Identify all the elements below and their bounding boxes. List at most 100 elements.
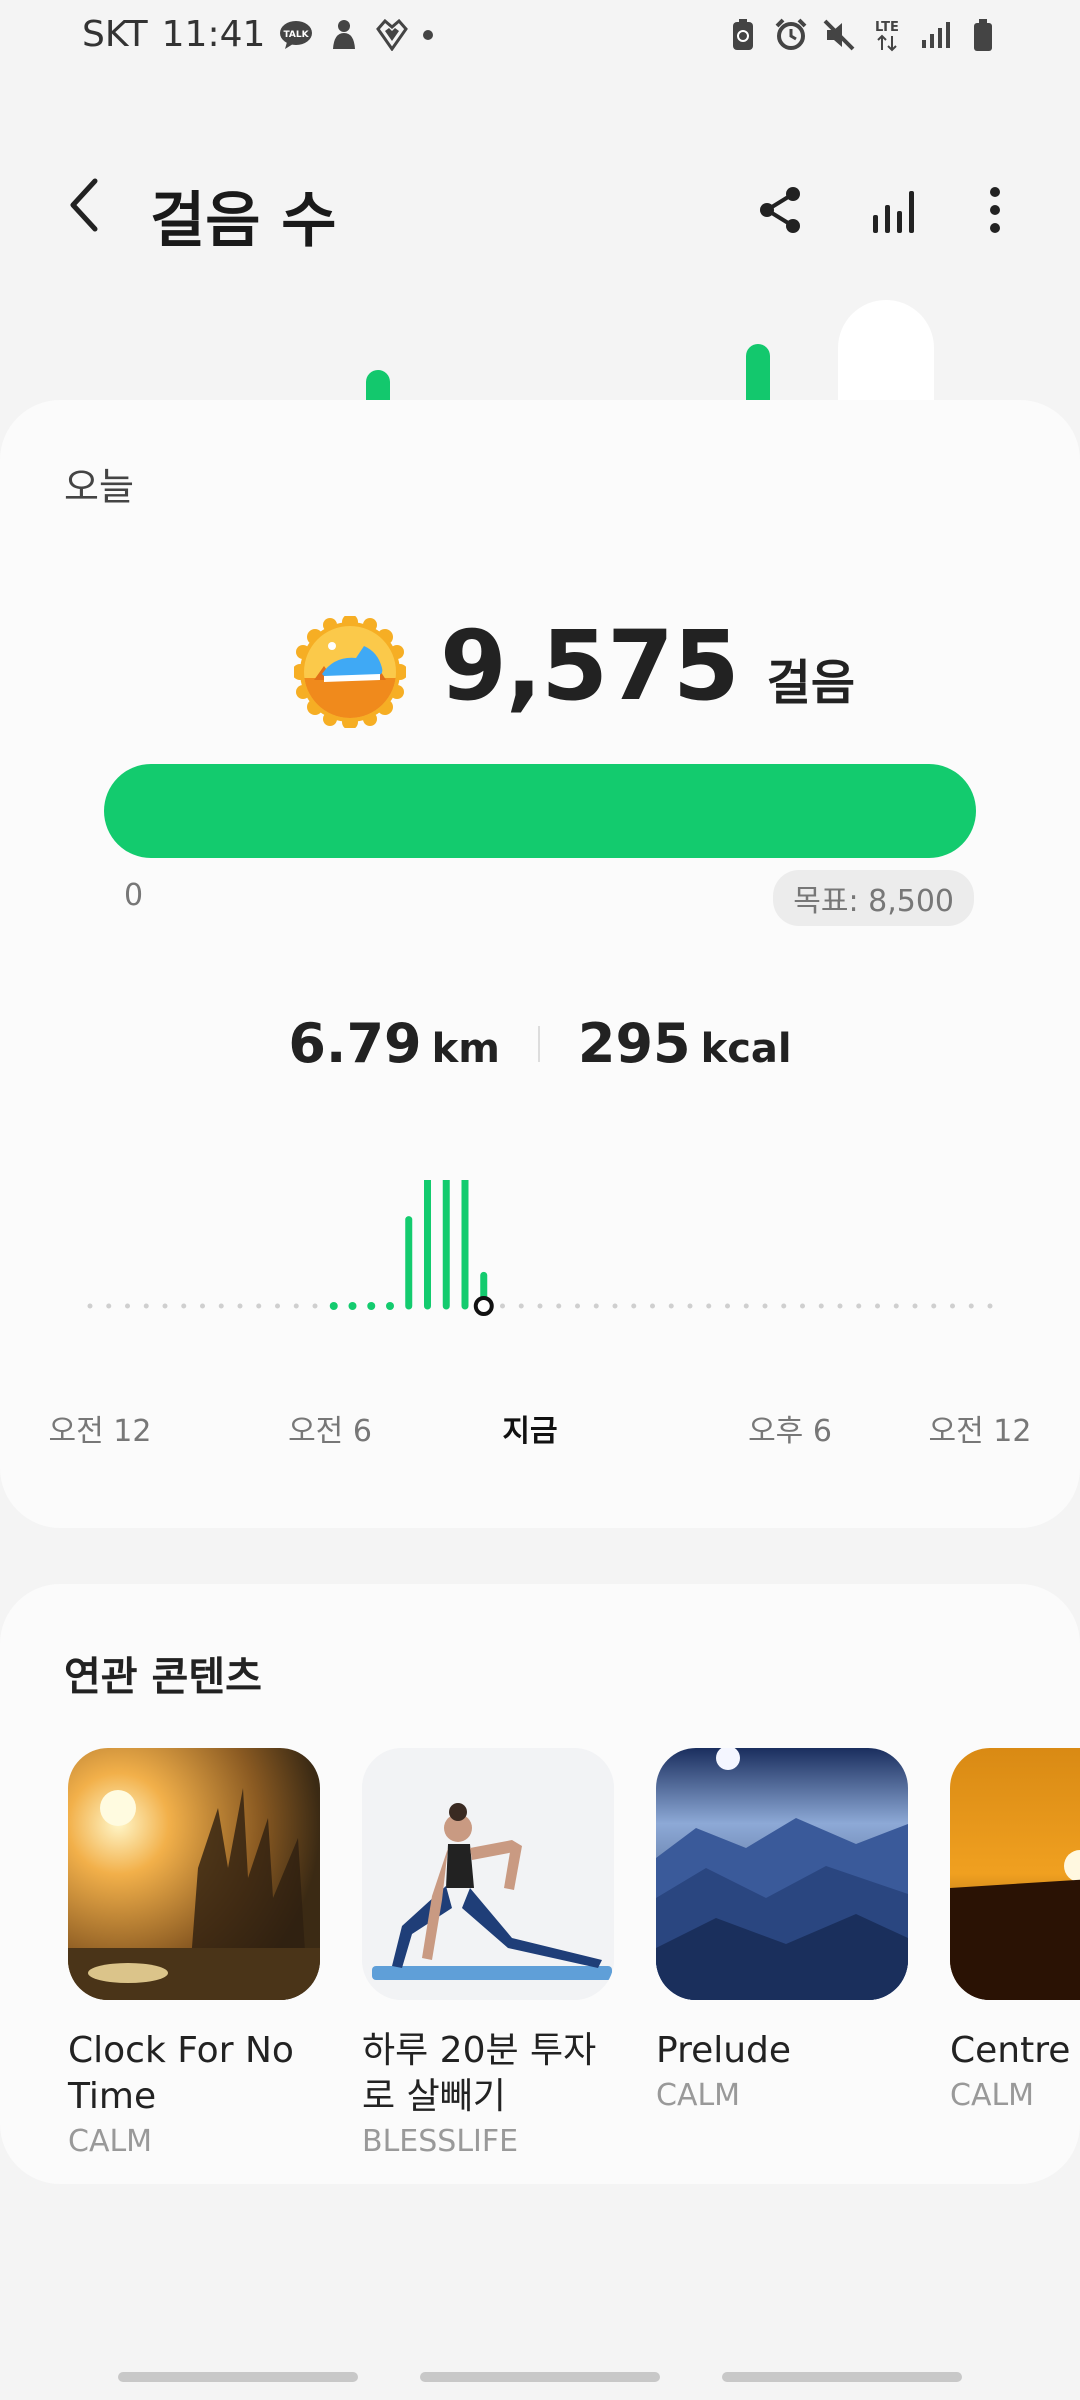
status-left: SKT 11:41 TALK: [82, 14, 434, 55]
baseline-dot: [556, 1303, 562, 1309]
nav-home-hint[interactable]: [420, 2372, 660, 2382]
baseline-dot: [593, 1303, 599, 1309]
now-marker: [473, 1296, 494, 1316]
related-item-title: Prelude: [656, 2030, 792, 2071]
related-thumbnail: [362, 1748, 614, 2000]
stat-divider: [537, 1025, 540, 1062]
hourly-bar: [329, 1302, 338, 1310]
related-item[interactable]: Clock For No Time CALM: [68, 1748, 320, 2159]
baseline-dot: [106, 1303, 112, 1309]
clock-label: 11:41: [161, 14, 266, 55]
activity-stats: 6.79 km 295 kcal: [0, 1012, 1080, 1075]
notification-person-icon: [327, 18, 361, 52]
baseline-dot: [162, 1303, 168, 1309]
battery-icon: [966, 18, 1000, 52]
recycle-battery-icon: [726, 18, 760, 52]
related-title: 연관 콘텐츠: [64, 1654, 262, 1700]
baseline-dot: [743, 1303, 749, 1309]
chevron-left-icon: [70, 178, 98, 232]
related-item-title: 하루 20분 투자로 살빼기: [362, 2030, 597, 2117]
baseline-dot: [725, 1303, 730, 1309]
baseline-dot: [256, 1303, 262, 1309]
baseline-dot: [893, 1303, 899, 1309]
back-button[interactable]: [50, 170, 120, 240]
baseline-dot: [706, 1303, 712, 1309]
baseline-dot: [500, 1303, 505, 1309]
more-notifications-dot: [423, 29, 434, 40]
baseline-dot: [575, 1303, 580, 1309]
baseline-dot: [518, 1303, 524, 1309]
calories-unit: kcal: [700, 1026, 792, 1072]
app-bar: 걸음 수: [0, 150, 1080, 260]
baseline-dot: [612, 1303, 618, 1309]
baseline-dot: [837, 1303, 843, 1309]
sneaker-badge-icon: [292, 614, 408, 730]
baseline-dot: [275, 1303, 280, 1309]
more-options-button[interactable]: [960, 175, 1030, 245]
steps-count: 9,575: [440, 610, 740, 722]
time-label-6pm: 오후 6: [748, 1414, 832, 1449]
related-item-title: Clock For No Time: [68, 2030, 294, 2117]
related-content-card: 연관 콘텐츠 Clock For No Time CALM 하루 20분 투자로…: [0, 1584, 1080, 2184]
time-label-now: 지금: [502, 1414, 558, 1449]
lte-text: LTE: [875, 20, 899, 35]
baseline-dot: [312, 1303, 318, 1309]
related-item-source: BLESSLIFE: [362, 2124, 519, 2159]
baseline-dot: [631, 1303, 637, 1309]
related-item[interactable]: Prelude CALM: [656, 1748, 908, 2113]
yoga-woman-image: [362, 1748, 614, 2000]
baseline-dot: [218, 1303, 224, 1309]
related-item[interactable]: Centre F CALM: [950, 1748, 1080, 2113]
baseline-dot: [181, 1303, 187, 1309]
distance-unit: km: [431, 1026, 500, 1072]
bar-chart-icon: [873, 191, 914, 233]
progress-start-label: 0: [124, 878, 144, 913]
baseline-dot: [687, 1303, 693, 1309]
baseline-dot: [668, 1303, 674, 1309]
related-item[interactable]: 하루 20분 투자로 살빼기 BLESSLIFE: [362, 1748, 614, 2159]
svg-text:TALK: TALK: [284, 30, 310, 40]
steps-unit: 걸음: [766, 655, 855, 711]
related-item-title: Centre F: [950, 2030, 1080, 2071]
baseline-dot: [987, 1303, 993, 1309]
baseline-dot: [200, 1303, 205, 1309]
lte-icon: LTE: [870, 18, 904, 52]
baseline-dot: [912, 1303, 918, 1309]
baseline-dot: [87, 1303, 93, 1309]
signal-icon: [918, 18, 952, 52]
goal-achieved-badge: [292, 614, 408, 730]
baseline-dot: [143, 1303, 149, 1309]
calories-value: 295: [577, 1012, 691, 1075]
time-label-midnight-start: 오전 12: [48, 1414, 152, 1449]
baseline-dot: [931, 1303, 937, 1309]
steps-summary: 9,575 걸음: [440, 610, 855, 722]
hourly-bar: [386, 1302, 394, 1310]
baseline-dot: [237, 1303, 243, 1309]
share-icon: [760, 187, 800, 233]
blue-mountains-image: [656, 1748, 908, 2000]
related-thumbnail: [656, 1748, 908, 2000]
nav-recents-hint[interactable]: [118, 2372, 358, 2382]
related-item-source: CALM: [68, 2124, 153, 2159]
page-title: 걸음 수: [150, 186, 337, 256]
baseline-dot: [125, 1303, 130, 1309]
trends-button[interactable]: [858, 175, 928, 245]
nav-back-hint[interactable]: [722, 2372, 962, 2382]
related-thumbnail: [950, 1748, 1080, 2000]
baseline-dot: [650, 1303, 655, 1309]
baseline-dot: [875, 1303, 880, 1309]
status-bar: SKT 11:41 TALK LTE: [0, 0, 1080, 80]
related-item-source: CALM: [656, 2078, 741, 2113]
steps-progress-bar: [104, 764, 976, 858]
time-label-6am: 오전 6: [288, 1414, 372, 1449]
goal-label[interactable]: 목표: 8,500: [773, 870, 974, 926]
share-button[interactable]: [745, 175, 815, 245]
baseline-dot: [968, 1303, 974, 1309]
today-card: 오늘 9,575 걸음 0 목표: 8,500 6.79 km 295 kcal…: [0, 400, 1080, 1528]
sunset-trees-image: [68, 1748, 320, 2000]
baseline-dot: [800, 1303, 805, 1309]
status-right: LTE: [726, 18, 1000, 52]
carrier-label: SKT: [82, 14, 148, 55]
more-vert-icon: [990, 187, 1000, 233]
hourly-bar: [348, 1302, 357, 1310]
